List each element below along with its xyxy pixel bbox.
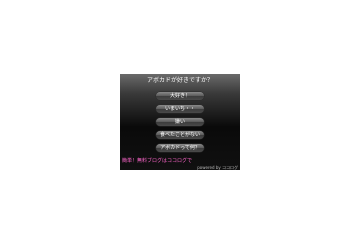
credit-link[interactable]: powered by ココログ	[197, 165, 238, 170]
poll-option-what-is-it[interactable]: アボカドって何？	[156, 144, 204, 152]
poll-option-so-so[interactable]: いまいち・・	[156, 105, 204, 113]
poll-widget: アボカドが好きですか？ 大好き！ いまいち・・ 嫌い 食べたことがない アボカド…	[120, 74, 240, 170]
poll-option-never-eaten[interactable]: 食べたことがない	[156, 131, 204, 139]
promo-link[interactable]: 簡単！無料ブログはココログで	[122, 158, 192, 164]
poll-option-dislike[interactable]: 嫌い	[156, 118, 204, 126]
poll-question: アボカドが好きですか？	[146, 77, 213, 84]
poll-option-love[interactable]: 大好き！	[156, 92, 204, 100]
